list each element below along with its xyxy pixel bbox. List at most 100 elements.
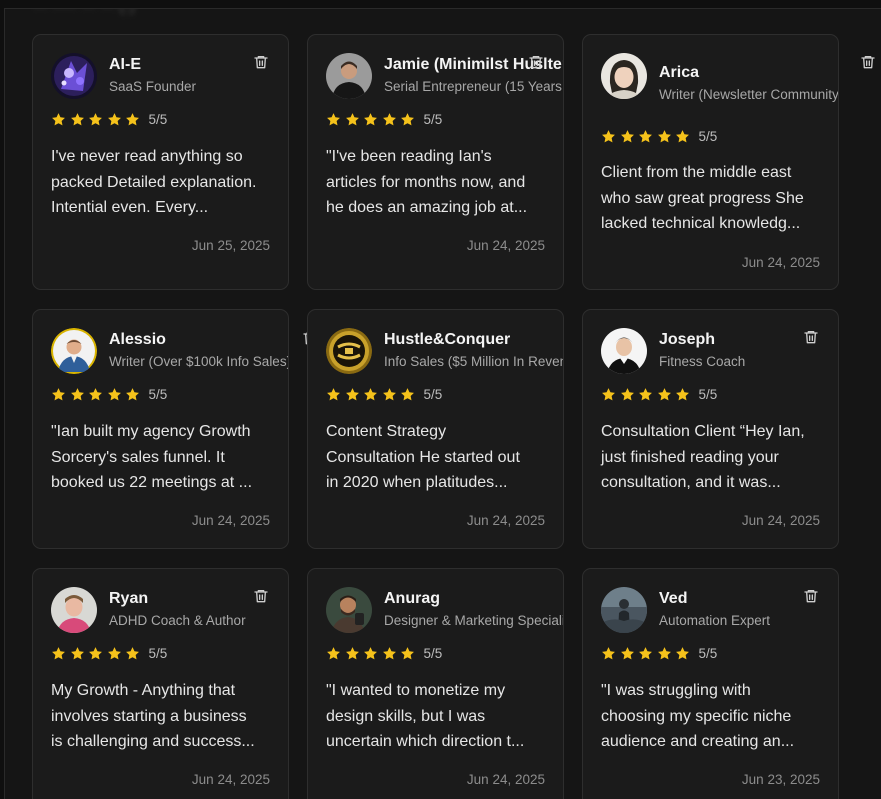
- star-icon: [345, 387, 360, 402]
- star-icon: [88, 387, 103, 402]
- card-content: Alessio Writer (Over $100k Info Sales) 5/5…: [33, 310, 288, 548]
- review-line: articles for months now, and: [326, 173, 526, 191]
- star-rating: 5/5: [326, 646, 442, 661]
- star-icon: [107, 112, 122, 127]
- star-rating: 5/5: [601, 387, 717, 402]
- star-rating: 5/5: [51, 112, 167, 127]
- review-card: Ved Automation Expert 5/5 "I was struggling…: [582, 568, 839, 799]
- avatar: [601, 587, 647, 633]
- review-card: Joseph Fitness Coach 5/5 Consultation Clien…: [582, 309, 839, 549]
- star-icon: [657, 129, 672, 144]
- review-line: booked us 22 meetings at ...: [51, 474, 253, 491]
- rating-value: 5/5: [698, 646, 718, 661]
- avatar: [326, 53, 372, 99]
- star-icon: [657, 387, 672, 402]
- review-card: Hustle&Conquer Info Sales ($5 Million In …: [307, 309, 564, 549]
- testimonials-panel: ··· ····· ··· ··· (·) AI-ESaaS Founder5/…: [4, 8, 881, 799]
- review-card: Jamie (Minimilst Huslter) Serial Entrepre…: [307, 34, 564, 290]
- review-line: he does an amazing job at...: [326, 199, 528, 216]
- star-icon: [70, 646, 85, 661]
- star-icon: [675, 129, 690, 144]
- trash-icon[interactable]: [253, 588, 269, 604]
- star-icon: [107, 387, 122, 402]
- rating-value: 5/5: [148, 646, 168, 661]
- reviewer-role: Designer & Marketing Specialis: [384, 613, 563, 628]
- review-line: audience and creating an...: [601, 733, 795, 750]
- review-card: Ryan ADHD Coach & Author 5/5 My Growth - An…: [32, 568, 289, 799]
- review-excerpt: I've never read anything so packed Detail…: [51, 144, 277, 221]
- star-icon: [363, 112, 378, 127]
- reviewer-name: Anurag: [384, 590, 440, 607]
- trash-icon[interactable]: [803, 588, 819, 604]
- star-icon: [400, 112, 415, 127]
- star-icon: [70, 387, 85, 402]
- reviewer-role: Writer (Over $100k Info Sales): [109, 354, 288, 369]
- review-date: Jun 24, 2025: [191, 513, 270, 528]
- star-icon: [107, 646, 122, 661]
- review-line: "I wanted to monetize my: [326, 682, 506, 699]
- avatar: [51, 328, 97, 374]
- trash-icon[interactable]: [528, 54, 544, 70]
- review-line: Intential even. Every...: [51, 199, 209, 216]
- review-date: Jun 23, 2025: [741, 772, 820, 787]
- trash-icon[interactable]: [860, 54, 876, 70]
- rating-value: 5/5: [148, 387, 168, 402]
- rating-value: 5/5: [423, 387, 443, 402]
- star-icon: [51, 646, 66, 661]
- star-icon: [638, 646, 653, 661]
- star-icon: [601, 646, 616, 661]
- review-excerpt: My Growth - Anything that involves starti…: [51, 678, 277, 755]
- reviewer-role: Fitness Coach: [659, 354, 746, 369]
- star-rating: 5/5: [601, 129, 717, 144]
- rating-value: 5/5: [423, 112, 443, 127]
- review-line: "I was struggling with: [601, 682, 751, 699]
- review-line: Consultation He started out: [326, 448, 520, 466]
- card-content: AI-E SaaS Founder 5/5 I've never read anyth…: [33, 35, 288, 289]
- review-date: Jun 24, 2025: [191, 772, 270, 787]
- review-line: Consultation Client “Hey Ian,: [601, 423, 805, 440]
- reviewer-role: Serial Entrepreneur (15 Years E: [384, 79, 563, 94]
- rating-value: 5/5: [148, 112, 168, 127]
- card-content: Ryan ADHD Coach & Author 5/5 My Growth - An…: [33, 569, 288, 799]
- card-content: Arica Writer (Newsletter Community) 5/5 Cli…: [583, 35, 838, 289]
- reviewer-name: Alessio: [109, 331, 166, 348]
- star-icon: [382, 387, 397, 402]
- star-icon: [620, 129, 635, 144]
- star-icon: [382, 112, 397, 127]
- avatar: [326, 328, 372, 374]
- star-icon: [125, 646, 140, 661]
- review-excerpt: Consultation Client “Hey Ian, just finish…: [601, 419, 827, 496]
- review-excerpt: Content Strategy Consultation He started …: [326, 419, 552, 496]
- star-icon: [345, 646, 360, 661]
- avatar: [51, 53, 97, 99]
- review-line: who saw great progress She: [601, 189, 804, 207]
- trash-icon[interactable]: [803, 329, 819, 345]
- reviewer-name: Hustle&Conquer: [384, 331, 511, 348]
- review-line: uncertain which direction t...: [326, 733, 525, 750]
- star-icon: [326, 646, 341, 661]
- review-line: Sorcery's sales funnel. It: [51, 448, 225, 466]
- reviewer-role: Automation Expert: [659, 613, 771, 628]
- star-icon: [326, 112, 341, 127]
- review-date: Jun 24, 2025: [466, 772, 545, 787]
- star-icon: [88, 112, 103, 127]
- review-excerpt: "I've been reading Ian's articles for mon…: [326, 144, 552, 221]
- star-icon: [638, 129, 653, 144]
- star-icon: [363, 646, 378, 661]
- star-icon: [382, 646, 397, 661]
- card-content: Jamie (Minimilst Huslter) Serial Entrepre…: [308, 35, 563, 289]
- review-line: consultation, and it was...: [601, 474, 781, 491]
- star-icon: [125, 387, 140, 402]
- review-excerpt: "I wanted to monetize my design skills, b…: [326, 678, 552, 755]
- rating-value: 5/5: [698, 129, 718, 144]
- review-card: Anurag Designer & Marketing Specialis 5/5 "…: [307, 568, 564, 799]
- star-icon: [620, 646, 635, 661]
- review-line: design skills, but I was: [326, 707, 486, 725]
- review-card: Alessio Writer (Over $100k Info Sales) 5/5…: [32, 309, 317, 549]
- trash-icon[interactable]: [253, 54, 269, 70]
- star-icon: [675, 646, 690, 661]
- star-icon: [88, 646, 103, 661]
- review-line: choosing my specific niche: [601, 707, 792, 725]
- review-excerpt: Client from the middle east who saw great…: [601, 160, 827, 237]
- review-date: Jun 25, 2025: [191, 238, 270, 253]
